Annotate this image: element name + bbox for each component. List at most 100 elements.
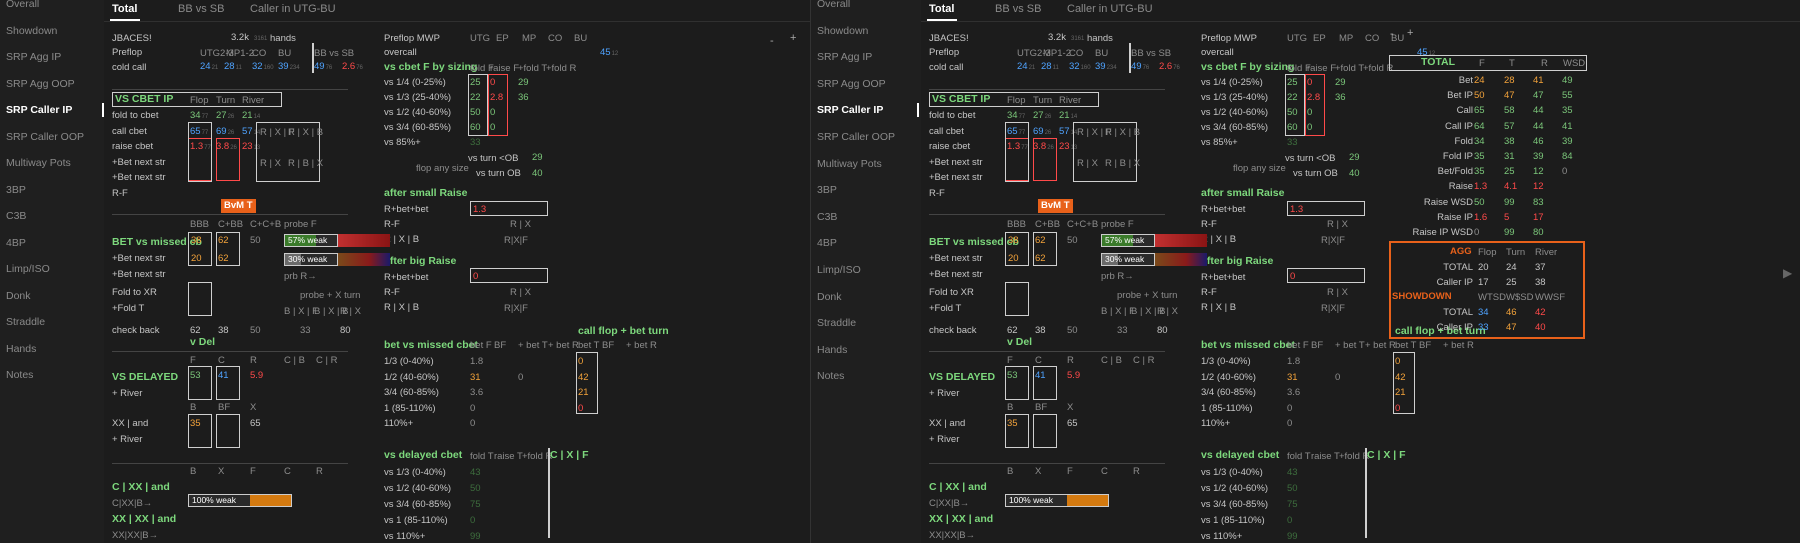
vs-turn-ob-label: vs turn <OB	[468, 153, 519, 164]
nav-item-4bp[interactable]: 4BP	[817, 237, 837, 249]
cold-call-value: 39234	[278, 61, 300, 74]
nav-item-showdown[interactable]: Showdown	[6, 25, 57, 37]
tab-bb-vs-sb[interactable]: BB vs SB	[995, 3, 1041, 15]
nav-item-donk[interactable]: Donk	[817, 291, 842, 303]
bar-text: 30% weak	[1105, 254, 1145, 264]
nav-item-notes[interactable]: Notes	[817, 370, 844, 382]
bvm-row-label: 1/3 (0-40%)	[1201, 356, 1251, 367]
nav-item-showdown[interactable]: Showdown	[817, 25, 868, 37]
bvm-row-label: 1 (85-110%)	[1201, 402, 1253, 414]
bvm-col: + bet R	[1365, 340, 1396, 351]
minus-button[interactable]: -	[770, 35, 774, 47]
agg-value: 38	[1535, 277, 1546, 288]
nav-item-srp-agg-oop[interactable]: SRP Agg OOP	[6, 78, 75, 90]
vdel-col2: B	[190, 402, 197, 413]
preflop-divider	[1129, 43, 1131, 73]
big-raise-rxf: R|X|F	[504, 303, 528, 314]
nav-item-straddle[interactable]: Straddle	[817, 317, 856, 329]
stat-number: 45	[600, 47, 611, 58]
minus-button[interactable]: -	[1390, 28, 1394, 40]
showdown-value: 40	[1535, 322, 1546, 333]
showdown-col: WTSD	[1478, 292, 1506, 303]
missed-value: 50	[1067, 235, 1078, 246]
nav-item-straddle[interactable]: Straddle	[6, 316, 45, 328]
section-rule	[112, 89, 348, 90]
tab-caller-utg-bu[interactable]: Caller in UTG-BU	[1067, 3, 1153, 15]
stat-number: 23	[242, 141, 253, 152]
big-raise-box	[1287, 268, 1365, 283]
bvm-turn-highlight: BvM T	[221, 199, 256, 213]
stat-number: 32	[252, 61, 263, 72]
check-back-value: 50	[250, 325, 261, 336]
nav-item-limp-iso[interactable]: Limp/ISO	[6, 263, 50, 275]
cbet-value: 2726	[1033, 110, 1051, 123]
nav-item-3bp[interactable]: 3BP	[817, 184, 837, 196]
tab-caller-utg-bu[interactable]: Caller in UTG-BU	[250, 3, 336, 15]
nav-item-3bp[interactable]: 3BP	[6, 184, 26, 196]
cxx-title1: C | XX | and	[929, 481, 987, 493]
agg-col: River	[1535, 247, 1558, 258]
nav-item-srp-caller-ip[interactable]: SRP Caller IP	[817, 104, 883, 116]
vdel-col: F	[190, 355, 196, 366]
summary-value: 5	[1504, 211, 1510, 223]
nav-item-overall[interactable]: Overall	[6, 0, 39, 10]
nav-item-srp-caller-oop[interactable]: SRP Caller OOP	[6, 131, 84, 143]
overcall-label: overcall	[1201, 47, 1234, 58]
big-raise-rx: R | X	[510, 287, 531, 298]
vdc-cxf: C | X | F	[1367, 449, 1406, 461]
nav-item-hands[interactable]: Hands	[6, 343, 36, 355]
cfbt-col: BF	[602, 340, 615, 351]
vdc-row-label: vs 1/2 (40-60%)	[1201, 483, 1269, 494]
small-raise-value: 1.3	[473, 204, 487, 215]
nav-item-srp-caller-oop[interactable]: SRP Caller OOP	[817, 131, 895, 143]
bvm-value: 0	[1335, 371, 1341, 383]
mwp-col: MP	[1339, 33, 1354, 44]
nav-item-srp-caller-ip[interactable]: SRP Caller IP	[6, 104, 72, 116]
summary-value: 34	[1474, 135, 1485, 147]
missed-col: BBB	[1007, 219, 1027, 230]
cfbt-box	[576, 352, 598, 414]
nav-item-multiway-pots[interactable]: Multiway Pots	[817, 158, 882, 170]
vdc-value: 50	[470, 483, 481, 494]
bvm-value: 3.6	[1287, 387, 1301, 398]
showdown-col: WWSF	[1535, 292, 1566, 303]
nav-item-srp-agg-oop[interactable]: SRP Agg OOP	[817, 78, 886, 90]
nav-item-c3b[interactable]: C3B	[6, 210, 26, 222]
vdc-divider	[548, 448, 550, 538]
cold-call-value: 2421	[1017, 61, 1035, 74]
nav-item-limp-iso[interactable]: Limp/ISO	[817, 264, 861, 276]
nav-item-overall[interactable]: Overall	[817, 0, 850, 10]
nav-item-srp-agg-ip[interactable]: SRP Agg IP	[817, 51, 872, 63]
mwp-col: BU	[574, 33, 588, 44]
nav-item-hands[interactable]: Hands	[817, 344, 847, 356]
vdel-box-f	[188, 366, 212, 400]
nav-item-4bp[interactable]: 4BP	[6, 237, 26, 249]
vs-turn-ob2-label: vs turn OB	[476, 168, 521, 179]
vdel-col: F	[1007, 355, 1013, 366]
stat-sample-size: 14	[253, 114, 261, 120]
missed-col: C+BB	[1035, 219, 1061, 230]
summary-value: 99	[1504, 227, 1515, 238]
cxx-title2: XX | XX | and	[929, 513, 994, 525]
cbet-row-label: call cbet	[929, 125, 964, 137]
nav-item-c3b[interactable]: C3B	[817, 211, 837, 223]
nav-item-notes[interactable]: Notes	[6, 369, 33, 381]
plus-button[interactable]: +	[790, 32, 796, 44]
nav-item-donk[interactable]: Donk	[6, 290, 31, 302]
raise-cbet-box-turn	[216, 138, 240, 181]
bvm-col: BF	[494, 340, 507, 351]
nav-item-multiway-pots[interactable]: Multiway Pots	[6, 157, 71, 169]
tab-bb-vs-sb[interactable]: BB vs SB	[178, 3, 224, 15]
plus-button[interactable]: +	[1407, 27, 1413, 39]
stat-sample-size: 77	[201, 114, 209, 120]
showdown-col: W$SD	[1506, 292, 1534, 303]
bvm-row-label: 1/3 (0-40%)	[384, 356, 434, 367]
tab-total[interactable]: Total	[929, 3, 954, 15]
nav-item-srp-agg-ip[interactable]: SRP Agg IP	[6, 51, 61, 63]
expand-arrow-icon[interactable]: ▶	[1783, 266, 1792, 280]
section-rule	[929, 89, 1165, 90]
stat-number: 21	[242, 110, 253, 121]
check-back-label: check back	[112, 325, 160, 336]
tab-total[interactable]: Total	[112, 3, 137, 15]
tab-bar: Total BB vs SB Caller in UTG-BU	[104, 0, 810, 22]
